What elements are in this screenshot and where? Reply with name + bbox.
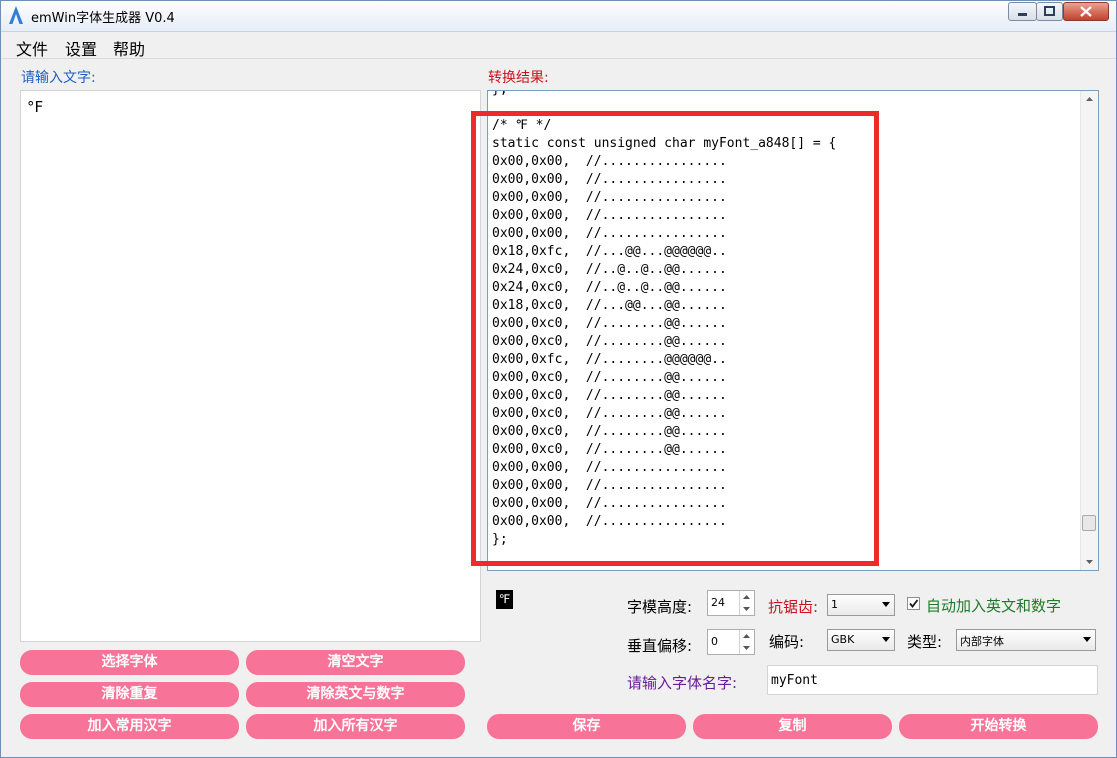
add-common-hanzi-button[interactable]: 加入常用汉字 — [20, 714, 239, 739]
code-line: 0x00,0xc0, //........@@...... — [492, 424, 727, 439]
result-code: }; /* ℉ */ static const unsigned char my… — [492, 91, 837, 549]
save-button[interactable]: 保存 — [487, 714, 686, 739]
window-title: emWin字体生成器 V0.4 — [31, 11, 175, 26]
input-text: °F — [27, 98, 44, 116]
code-line: 0x00,0x00, //................ — [492, 208, 727, 223]
font-height-label: 字模高度: — [627, 598, 693, 616]
code-line: 0x18,0xc0, //...@@...@@...... — [492, 298, 727, 313]
result-label: 转换结果: — [488, 70, 549, 86]
copy-button[interactable]: 复制 — [693, 714, 892, 739]
glyph-preview: ℉ — [496, 590, 513, 609]
start-convert-button[interactable]: 开始转换 — [899, 714, 1098, 739]
code-line: 0x00,0xfc, //........@@@@@@.. — [492, 352, 727, 367]
maximize-button[interactable] — [1036, 2, 1063, 21]
encoding-select[interactable]: GBK — [827, 629, 895, 651]
code-line: 0x00,0x00, //................ — [492, 190, 727, 205]
result-textarea[interactable]: }; /* ℉ */ static const unsigned char my… — [487, 90, 1099, 571]
code-line: /* ℉ */ — [492, 118, 552, 133]
clear-text-button[interactable]: 清空文字 — [246, 650, 465, 675]
maximize-icon — [1044, 6, 1055, 16]
remove-alnum-button[interactable]: 清除英文与数字 — [246, 682, 465, 707]
type-value: 内部字体 — [960, 635, 1004, 648]
code-line: }; — [492, 532, 508, 547]
menu-file[interactable]: 文件 — [16, 36, 48, 60]
title-bar: emWin字体生成器 V0.4 — [1, 1, 1116, 32]
antialias-value: 1 — [831, 598, 838, 611]
code-line: 0x00,0xc0, //........@@...... — [492, 316, 727, 331]
font-name-label: 请输入字体名字: — [627, 674, 738, 692]
font-name-input[interactable]: myFont — [767, 665, 1098, 695]
code-line: 0x18,0xfc, //...@@...@@@@@@.. — [492, 244, 727, 259]
input-label: 请输入文字: — [21, 70, 96, 86]
vertical-offset-spinbox[interactable]: 0 — [707, 629, 755, 655]
close-icon — [1080, 6, 1092, 17]
encoding-label: 编码: — [769, 633, 805, 651]
vertical-offset-label: 垂直偏移: — [627, 637, 693, 655]
menu-bar: 文件 设置 帮助 — [1, 32, 1116, 59]
code-line: static const unsigned char myFont_a848[]… — [492, 136, 837, 151]
font-name-value: myFont — [771, 673, 818, 688]
scroll-down-icon[interactable] — [1081, 553, 1098, 570]
code-line: 0x00,0xc0, //........@@...... — [492, 388, 727, 403]
input-textarea[interactable]: °F — [20, 90, 481, 642]
chevron-down-icon — [882, 602, 890, 607]
select-font-button[interactable]: 选择字体 — [20, 650, 239, 675]
result-scrollbar[interactable] — [1080, 91, 1098, 570]
code-line: 0x00,0x00, //................ — [492, 172, 727, 187]
antialias-select[interactable]: 1 — [827, 594, 895, 616]
code-line: 0x24,0xc0, //..@..@..@@...... — [492, 280, 727, 295]
font-height-value: 24 — [711, 596, 725, 609]
chevron-down-icon — [882, 637, 890, 642]
code-line: 0x00,0xc0, //........@@...... — [492, 370, 727, 385]
font-height-spinbox[interactable]: 24 — [707, 590, 755, 616]
code-line: 0x00,0x00, //................ — [492, 226, 727, 241]
spin-up-icon[interactable] — [740, 630, 754, 642]
code-line: 0x00,0x00, //................ — [492, 154, 727, 169]
antialias-label: 抗锯齿: — [768, 598, 819, 616]
code-line: 0x24,0xc0, //..@..@..@@...... — [492, 262, 727, 277]
code-line: }; — [492, 91, 508, 97]
minimize-icon — [1018, 13, 1027, 16]
auto-add-label: 自动加入英文和数字 — [926, 597, 1062, 615]
code-line: 0x00,0xc0, //........@@...... — [492, 334, 727, 349]
scroll-up-icon[interactable] — [1081, 91, 1098, 108]
encoding-value: GBK — [831, 633, 855, 646]
app-logo-icon — [9, 6, 23, 24]
spin-down-icon[interactable] — [740, 603, 754, 615]
close-button[interactable] — [1063, 2, 1109, 21]
chevron-down-icon — [1083, 637, 1091, 642]
menu-help[interactable]: 帮助 — [113, 36, 145, 60]
scroll-thumb[interactable] — [1082, 515, 1096, 531]
remove-duplicates-button[interactable]: 清除重复 — [20, 682, 239, 707]
type-select[interactable]: 内部字体 — [956, 629, 1096, 651]
checkmark-icon — [909, 599, 919, 608]
menu-settings[interactable]: 设置 — [65, 36, 97, 60]
code-line: 0x00,0x00, //................ — [492, 478, 727, 493]
code-line: 0x00,0x00, //................ — [492, 496, 727, 511]
code-line: 0x00,0xc0, //........@@...... — [492, 406, 727, 421]
code-line: 0x00,0x00, //................ — [492, 460, 727, 475]
add-all-hanzi-button[interactable]: 加入所有汉字 — [246, 714, 465, 739]
app-window: emWin字体生成器 V0.4 文件 设置 帮助 请输入文字: 转换结果: °F… — [0, 0, 1117, 758]
spin-up-icon[interactable] — [740, 591, 754, 603]
code-line: 0x00,0xc0, //........@@...... — [492, 442, 727, 457]
vertical-offset-value: 0 — [711, 635, 718, 648]
type-label: 类型: — [907, 633, 943, 651]
code-line: 0x00,0x00, //................ — [492, 514, 727, 529]
spin-down-icon[interactable] — [740, 642, 754, 654]
auto-add-checkbox[interactable] — [907, 597, 920, 610]
minimize-button[interactable] — [1008, 2, 1037, 21]
